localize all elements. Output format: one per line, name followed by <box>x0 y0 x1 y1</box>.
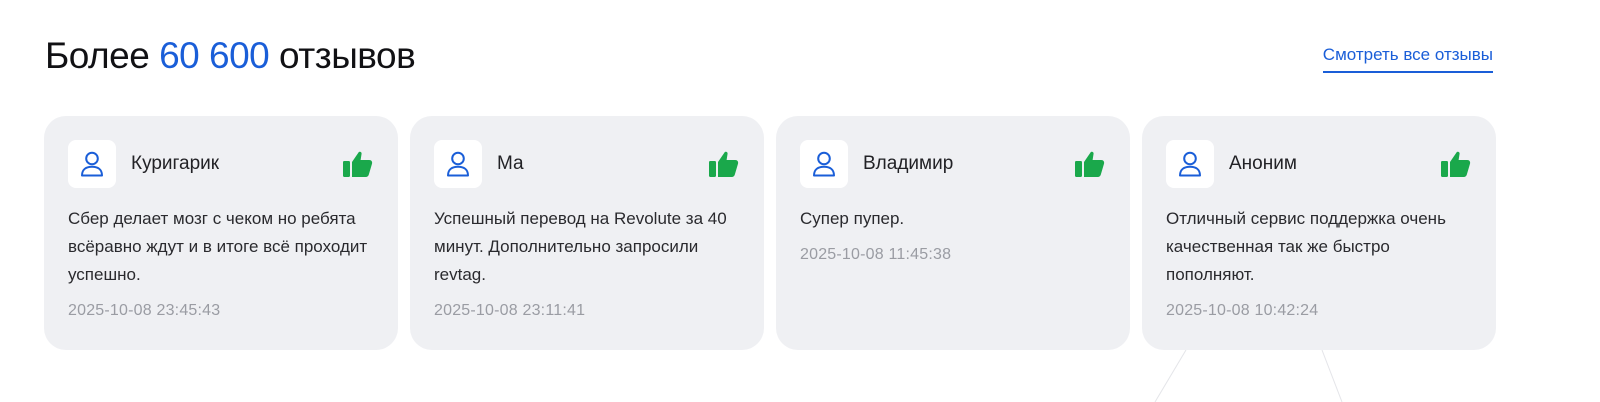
review-author: Куригарик <box>131 153 220 174</box>
review-card-header: Аноним <box>1166 140 1472 188</box>
review-card: Аноним Отличный сервис поддержка очень к… <box>1142 116 1496 350</box>
title-prefix: Более <box>45 35 150 76</box>
review-card-header: Ма <box>434 140 740 188</box>
review-card-header: Владимир <box>800 140 1106 188</box>
review-card: Ма Успешный перевод на Revolute за 40 ми… <box>410 116 764 350</box>
thumbs-up-icon <box>708 148 740 180</box>
user-icon <box>434 140 482 188</box>
thumbs-up-icon <box>342 148 374 180</box>
review-date: 2025-10-08 23:11:41 <box>434 302 586 319</box>
reviews-list: Куригарик Сбер делает мозг с чеком но ре… <box>44 116 1496 350</box>
user-icon <box>1166 140 1214 188</box>
review-author: Ма <box>497 153 524 174</box>
reviews-title: Более 60 600 отзывов <box>45 35 416 77</box>
review-card-header: Куригарик <box>68 140 374 188</box>
review-author: Владимир <box>863 153 954 174</box>
user-icon <box>800 140 848 188</box>
reviews-count: 60 600 <box>159 35 270 76</box>
see-all-reviews-link[interactable]: Смотреть все отзывы <box>1322 45 1493 73</box>
review-text: Сбер делает мозг с чеком но ребята всёра… <box>68 209 368 284</box>
thumbs-up-icon <box>1074 148 1106 180</box>
review-date: 2025-10-08 23:45:43 <box>68 302 221 319</box>
review-date: 2025-10-08 11:45:38 <box>800 246 952 263</box>
review-text: Отличный сервис поддержка очень качестве… <box>1166 209 1446 284</box>
review-text: Успешный перевод на Revolute за 40 минут… <box>434 209 727 284</box>
review-card: Куригарик Сбер делает мозг с чеком но ре… <box>44 116 398 350</box>
review-author: Аноним <box>1229 153 1297 174</box>
review-text: Супер пупер. <box>800 209 905 228</box>
review-card: Владимир Супер пупер. 2025-10-08 11:45:3… <box>776 116 1130 350</box>
reviews-header: Более 60 600 отзывов Смотреть все отзывы <box>45 30 1493 90</box>
review-date: 2025-10-08 10:42:24 <box>1166 302 1319 319</box>
title-suffix: отзывов <box>279 35 416 76</box>
thumbs-up-icon <box>1440 148 1472 180</box>
user-icon <box>68 140 116 188</box>
